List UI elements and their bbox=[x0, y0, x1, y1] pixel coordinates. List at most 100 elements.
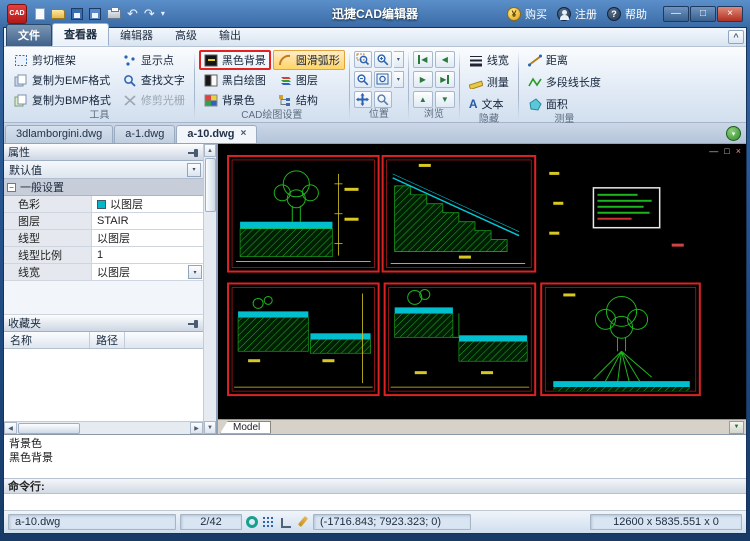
canvas-minimize-icon[interactable]: — bbox=[709, 146, 718, 156]
canvas-restore-icon[interactable]: □ bbox=[724, 146, 729, 156]
canvas-close-icon[interactable]: × bbox=[736, 146, 741, 156]
vertical-scrollbar[interactable]: ▲ ▼ bbox=[203, 144, 216, 434]
smooth-arc-button[interactable]: 圆滑弧形 bbox=[273, 50, 345, 70]
save-as-icon[interactable] bbox=[89, 8, 101, 20]
new-file-icon[interactable] bbox=[35, 8, 45, 20]
help-button[interactable]: ? 帮助 bbox=[607, 6, 647, 22]
open-file-icon[interactable] bbox=[51, 9, 65, 19]
next-page-button[interactable]: ▶ bbox=[413, 71, 433, 88]
zoom-previous-button[interactable] bbox=[374, 91, 392, 108]
previous-view-button[interactable]: ▲ bbox=[413, 91, 433, 108]
clip-frame-button[interactable]: 剪切框架 bbox=[9, 50, 116, 70]
zoom-extents-dropdown[interactable]: ▾ bbox=[394, 71, 404, 88]
copy-emf-button[interactable]: 复制为EMF格式 bbox=[9, 70, 116, 90]
copy-bmp-button[interactable]: 复制为BMP格式 bbox=[9, 90, 116, 110]
polyline-length-button[interactable]: 多段线长度 bbox=[523, 72, 606, 92]
find-text-button[interactable]: 查找文字 bbox=[118, 70, 190, 90]
zoom-out-button[interactable] bbox=[354, 71, 372, 88]
properties-section-general[interactable]: − 一般设置 bbox=[4, 179, 203, 196]
save-icon[interactable] bbox=[71, 8, 83, 20]
command-input[interactable] bbox=[4, 494, 746, 511]
draw-mode-icon[interactable] bbox=[296, 516, 309, 529]
collapse-icon[interactable]: − bbox=[7, 183, 16, 192]
bw-drawing-label: 黑白绘图 bbox=[222, 72, 266, 88]
property-label: 图层 bbox=[4, 213, 92, 229]
maximize-button[interactable]: □ bbox=[690, 6, 716, 22]
first-page-button[interactable]: ◀ bbox=[413, 51, 433, 68]
column-path[interactable]: 路径 bbox=[90, 332, 125, 348]
scrollbar-thumb[interactable] bbox=[18, 423, 80, 434]
cad-drawing[interactable] bbox=[218, 144, 746, 419]
show-points-button[interactable]: 显示点 bbox=[118, 50, 190, 70]
property-row-linetype[interactable]: 线型 以图层 bbox=[4, 230, 203, 247]
doc-tab-a-1[interactable]: a-1.dwg bbox=[114, 125, 175, 143]
scroll-right-icon[interactable]: ▶ bbox=[190, 422, 203, 434]
close-button[interactable]: × bbox=[717, 6, 743, 22]
ribbon-group-measure: 距离 多段线长度 面积 测量 bbox=[520, 49, 609, 122]
main-area: 属性 默认值 ▾ − 一般设置 色彩 以图层 图层 STAIR bbox=[4, 144, 746, 434]
area-button[interactable]: 面积 bbox=[523, 94, 573, 114]
property-row-lineweight[interactable]: 线宽 以图层▾ bbox=[4, 264, 203, 281]
zoom-in-button[interactable] bbox=[374, 51, 392, 68]
lineweight-toggle-button[interactable]: 线宽 bbox=[464, 50, 514, 70]
status-coordinates: (-1716.843; 7923.323; 0) bbox=[313, 514, 471, 530]
favorites-list[interactable] bbox=[4, 349, 203, 421]
bw-drawing-button[interactable]: 黑白绘图 bbox=[199, 70, 271, 90]
measure-toggle-button[interactable]: 测量 bbox=[464, 72, 514, 92]
pin-icon[interactable] bbox=[188, 147, 199, 158]
zoom-window-button[interactable] bbox=[354, 51, 372, 68]
osnap-icon[interactable] bbox=[246, 516, 258, 528]
buy-button[interactable]: ¥ 购买 bbox=[507, 6, 547, 22]
scroll-left-icon[interactable]: ◀ bbox=[4, 422, 17, 434]
property-row-linetype-scale[interactable]: 线型比例 1 bbox=[4, 247, 203, 264]
structure-button[interactable]: 结构 bbox=[273, 90, 345, 110]
pan-button[interactable] bbox=[354, 91, 372, 108]
text-toggle-button[interactable]: A 文本 bbox=[464, 94, 509, 114]
ortho-icon[interactable] bbox=[279, 516, 292, 529]
property-label: 色彩 bbox=[4, 196, 92, 212]
doc-tab-a-10[interactable]: a-10.dwg × bbox=[176, 125, 257, 143]
pin-icon[interactable] bbox=[188, 318, 199, 329]
property-row-layer[interactable]: 图层 STAIR bbox=[4, 213, 203, 230]
tab-file[interactable]: 文件 bbox=[6, 24, 52, 46]
next-view-button[interactable]: ▼ bbox=[435, 91, 455, 108]
drawing-canvas: — □ × Model ▼ bbox=[218, 144, 746, 434]
drawing-viewport[interactable]: — □ × bbox=[218, 144, 746, 419]
dropdown-icon[interactable]: ▾ bbox=[187, 163, 201, 177]
grid-icon[interactable] bbox=[262, 516, 275, 529]
print-icon[interactable] bbox=[107, 9, 121, 19]
last-page-button[interactable]: ▶ bbox=[435, 71, 455, 88]
tab-editor[interactable]: 编辑器 bbox=[109, 25, 164, 46]
register-button[interactable]: 注册 bbox=[557, 6, 597, 22]
black-background-button[interactable]: 黑色背景 bbox=[199, 50, 271, 70]
minimize-button[interactable]: — bbox=[663, 6, 689, 22]
command-history[interactable]: 背景色 黑色背景 bbox=[4, 434, 746, 478]
ribbon-collapse-button[interactable]: ^ bbox=[728, 30, 744, 44]
model-tab[interactable]: Model bbox=[220, 421, 271, 434]
layout-dropdown-icon[interactable]: ▼ bbox=[729, 421, 744, 434]
qat-dropdown-icon[interactable]: ▾ bbox=[161, 7, 165, 20]
zoom-dropdown[interactable]: ▾ bbox=[394, 51, 404, 68]
property-row-color[interactable]: 色彩 以图层 bbox=[4, 196, 203, 213]
scroll-up-icon[interactable]: ▲ bbox=[204, 144, 216, 157]
distance-button[interactable]: 距离 bbox=[523, 50, 573, 70]
default-value-dropdown[interactable]: 默认值 ▾ bbox=[4, 161, 203, 179]
tab-advanced[interactable]: 高级 bbox=[164, 25, 208, 46]
layers-button[interactable]: 图层 bbox=[273, 70, 345, 90]
tab-output[interactable]: 输出 bbox=[208, 25, 252, 46]
tab-viewer[interactable]: 查看器 bbox=[52, 23, 109, 46]
scrollbar-thumb[interactable] bbox=[205, 158, 216, 212]
horizontal-scrollbar[interactable]: ◀ ▶ bbox=[4, 421, 203, 434]
doc-tab-3dlamborgini[interactable]: 3dlamborgini.dwg bbox=[5, 125, 113, 143]
redo-icon[interactable]: ↷ bbox=[144, 7, 155, 20]
window-controls: — □ × bbox=[663, 6, 743, 22]
close-tab-icon[interactable]: × bbox=[240, 129, 246, 139]
previous-page-button[interactable]: ◀ bbox=[435, 51, 455, 68]
zoom-extents-button[interactable] bbox=[374, 71, 392, 88]
background-color-button[interactable]: 背景色 bbox=[199, 90, 271, 110]
scroll-down-icon[interactable]: ▼ bbox=[204, 421, 216, 434]
panel-toggle-button[interactable]: ▾ bbox=[726, 126, 741, 141]
undo-icon[interactable]: ↶ bbox=[127, 7, 138, 20]
column-name[interactable]: 名称 bbox=[4, 332, 90, 348]
lineweight-dropdown-icon[interactable]: ▾ bbox=[188, 265, 202, 279]
